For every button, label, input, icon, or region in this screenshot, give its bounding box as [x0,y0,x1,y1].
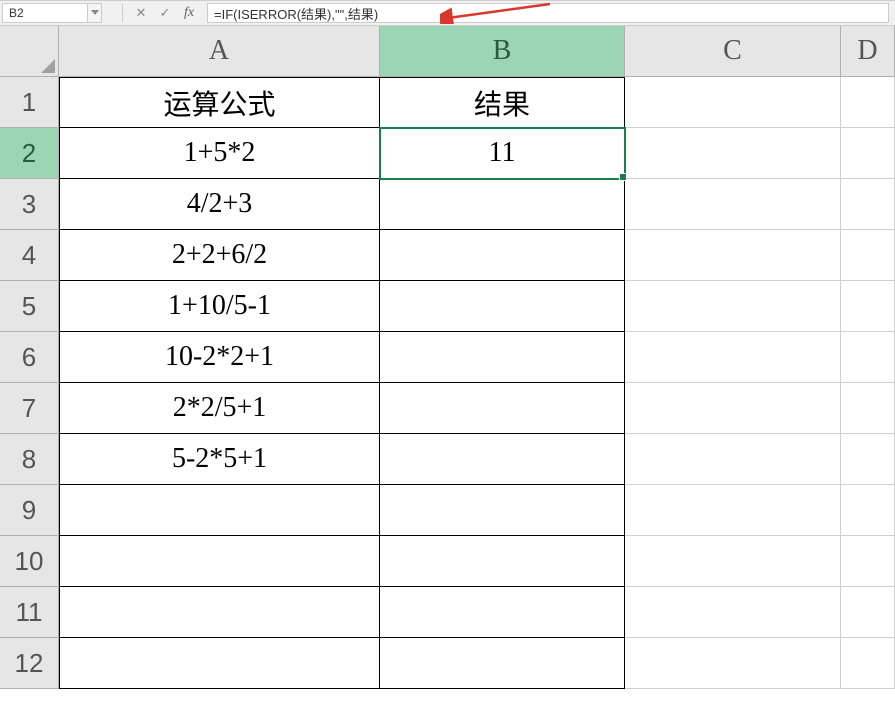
column-header-D[interactable]: D [841,26,895,77]
cell-B6[interactable] [380,332,625,383]
row-header-3[interactable]: 3 [0,179,59,230]
cell-A7[interactable]: 2*2/5+1 [59,383,380,434]
cell-B5[interactable] [380,281,625,332]
cell-A2[interactable]: 1+5*2 [59,128,380,179]
cell-D8[interactable] [841,434,895,485]
cell-C1[interactable] [625,77,841,128]
column-headers-row: A B C D [0,26,895,77]
row-7: 7 2*2/5+1 [0,383,895,434]
row-9: 9 [0,485,895,536]
row-1: 1 运算公式 结果 [0,77,895,128]
column-header-A[interactable]: A [59,26,380,77]
cell-C10[interactable] [625,536,841,587]
row-3: 3 4/2+3 [0,179,895,230]
cell-D10[interactable] [841,536,895,587]
row-4: 4 2+2+6/2 [0,230,895,281]
cell-C8[interactable] [625,434,841,485]
cell-B10[interactable] [380,536,625,587]
cell-A3[interactable]: 4/2+3 [59,179,380,230]
cell-B8[interactable] [380,434,625,485]
row-12: 12 [0,638,895,689]
cell-D11[interactable] [841,587,895,638]
formula-bar: B2 ✕ ✓ fx =IF(ISERROR(结果),"",结果) [0,0,895,26]
cell-D9[interactable] [841,485,895,536]
name-box[interactable]: B2 [2,3,88,23]
cell-C4[interactable] [625,230,841,281]
cell-D5[interactable] [841,281,895,332]
select-all-corner[interactable] [0,26,59,77]
row-header-5[interactable]: 5 [0,281,59,332]
cell-C12[interactable] [625,638,841,689]
cell-B12[interactable] [380,638,625,689]
row-8: 8 5-2*5+1 [0,434,895,485]
cell-B7[interactable] [380,383,625,434]
row-header-9[interactable]: 9 [0,485,59,536]
cell-A11[interactable] [59,587,380,638]
cell-D4[interactable] [841,230,895,281]
spreadsheet: A B C D 1 运算公式 结果 2 1+5*2 11 3 4/2+3 4 2… [0,26,895,689]
row-header-1[interactable]: 1 [0,77,59,128]
row-header-2[interactable]: 2 [0,128,59,179]
cell-A12[interactable] [59,638,380,689]
cell-D7[interactable] [841,383,895,434]
cell-C2[interactable] [625,128,841,179]
row-header-6[interactable]: 6 [0,332,59,383]
cell-B2[interactable]: 11 [380,128,625,179]
row-11: 11 [0,587,895,638]
row-10: 10 [0,536,895,587]
cell-B4[interactable] [380,230,625,281]
fx-icon[interactable]: fx [177,3,201,23]
cell-D12[interactable] [841,638,895,689]
row-header-12[interactable]: 12 [0,638,59,689]
cell-B9[interactable] [380,485,625,536]
row-header-4[interactable]: 4 [0,230,59,281]
row-header-10[interactable]: 10 [0,536,59,587]
cell-A1[interactable]: 运算公式 [59,77,380,128]
cell-A6[interactable]: 10-2*2+1 [59,332,380,383]
cell-B1[interactable]: 结果 [380,77,625,128]
row-header-7[interactable]: 7 [0,383,59,434]
cell-A10[interactable] [59,536,380,587]
cell-B11[interactable] [380,587,625,638]
column-header-C[interactable]: C [625,26,841,77]
row-5: 5 1+10/5-1 [0,281,895,332]
divider [122,4,123,22]
formula-input[interactable]: =IF(ISERROR(结果),"",结果) [207,3,889,23]
cell-B3[interactable] [380,179,625,230]
cell-C11[interactable] [625,587,841,638]
enter-icon[interactable]: ✓ [153,3,177,23]
name-box-dropdown[interactable] [88,3,102,23]
cell-A9[interactable] [59,485,380,536]
row-header-11[interactable]: 11 [0,587,59,638]
cell-A5[interactable]: 1+10/5-1 [59,281,380,332]
cell-C9[interactable] [625,485,841,536]
cell-D6[interactable] [841,332,895,383]
row-header-8[interactable]: 8 [0,434,59,485]
cell-D3[interactable] [841,179,895,230]
cell-A8[interactable]: 5-2*5+1 [59,434,380,485]
cell-C6[interactable] [625,332,841,383]
cell-D1[interactable] [841,77,895,128]
row-2: 2 1+5*2 11 [0,128,895,179]
cancel-icon[interactable]: ✕ [129,3,153,23]
column-header-B[interactable]: B [380,26,625,77]
cell-D2[interactable] [841,128,895,179]
cell-C3[interactable] [625,179,841,230]
cell-C7[interactable] [625,383,841,434]
cell-A4[interactable]: 2+2+6/2 [59,230,380,281]
row-6: 6 10-2*2+1 [0,332,895,383]
cell-C5[interactable] [625,281,841,332]
